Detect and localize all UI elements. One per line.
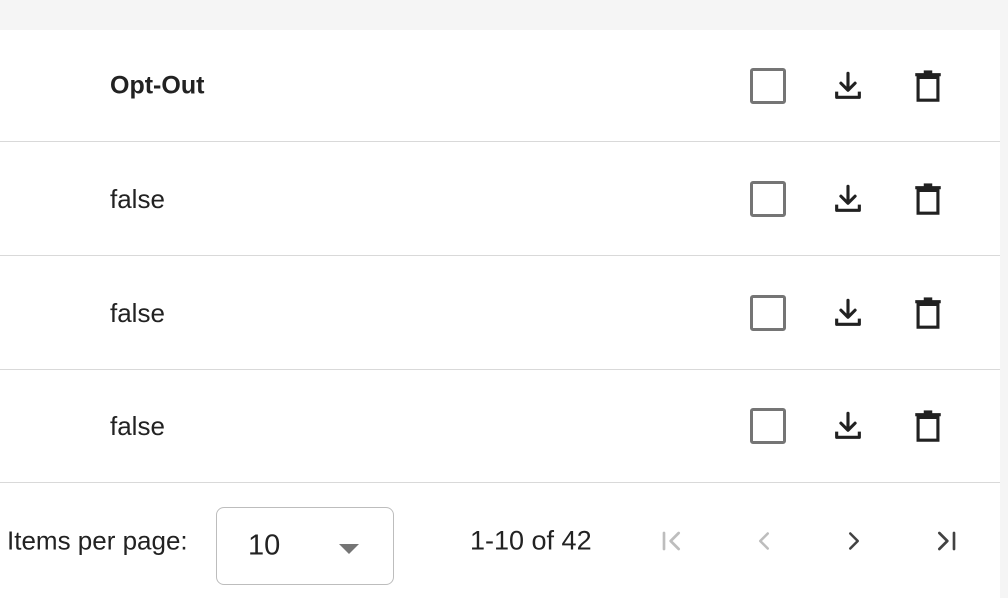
first-page-icon — [662, 531, 680, 550]
opt-out-column-header: Opt-Out — [110, 71, 205, 99]
trash-icon — [915, 410, 941, 442]
chevron-left-icon — [759, 531, 769, 550]
header-row: Opt-Out — [0, 30, 1000, 142]
previous-page-button[interactable] — [740, 517, 788, 565]
download-icon — [835, 184, 861, 212]
first-page-button[interactable] — [648, 517, 696, 565]
chevron-right-icon — [849, 531, 859, 550]
select-all-checkbox[interactable] — [750, 67, 786, 104]
download-row-button[interactable] — [828, 406, 868, 446]
download-icon — [835, 411, 861, 439]
trash-icon — [915, 182, 941, 215]
right-gutter — [1000, 0, 1008, 598]
download-row-button[interactable] — [828, 293, 868, 333]
row-checkbox[interactable] — [750, 180, 786, 217]
row-checkbox[interactable] — [750, 408, 786, 444]
download-all-button[interactable] — [828, 66, 868, 106]
opt-out-value: false — [110, 297, 165, 328]
table-row: false — [0, 370, 1000, 483]
page-range-label: 1-10 of 42 — [470, 525, 592, 555]
chevron-down-icon — [339, 544, 359, 554]
items-per-page-label: Items per page: — [7, 525, 188, 555]
last-page-button[interactable] — [922, 517, 970, 565]
delete-row-button[interactable] — [908, 293, 948, 333]
delete-row-button[interactable] — [908, 179, 948, 219]
row-checkbox[interactable] — [750, 294, 786, 331]
delete-row-button[interactable] — [908, 406, 948, 446]
delete-all-button[interactable] — [908, 66, 948, 106]
download-icon — [835, 298, 861, 326]
page-size-select[interactable]: 10 — [216, 507, 394, 585]
paginator: Items per page: 10 1-10 of 42 — [0, 483, 1000, 598]
download-row-button[interactable] — [828, 179, 868, 219]
table-row: false — [0, 256, 1000, 370]
last-page-icon — [938, 531, 956, 550]
opt-out-value: false — [110, 183, 165, 214]
download-icon — [835, 71, 861, 99]
trash-icon — [915, 69, 941, 102]
next-page-button[interactable] — [830, 517, 878, 565]
table-row: false — [0, 142, 1000, 256]
trash-icon — [915, 296, 941, 329]
opt-out-value: false — [110, 411, 165, 441]
page-size-value: 10 — [248, 529, 281, 562]
